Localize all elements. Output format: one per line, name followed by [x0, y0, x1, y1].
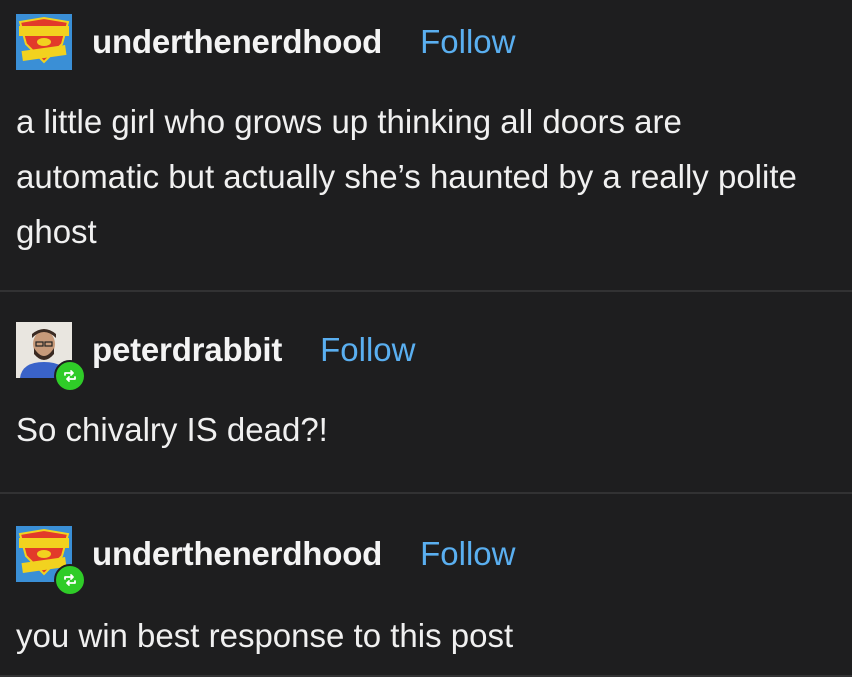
username[interactable]: underthenerdhood: [92, 23, 382, 61]
avatar[interactable]: [16, 526, 86, 596]
reblog-icon: [64, 574, 76, 586]
post-reply: peterdrabbit Follow So chivalry IS dead?…: [0, 292, 852, 494]
post-reply: underthenerdhood Follow you win best res…: [0, 494, 852, 677]
follow-button[interactable]: Follow: [420, 535, 515, 573]
post-text: So chivalry IS dead?!: [16, 411, 328, 448]
post-header: underthenerdhood Follow: [16, 14, 515, 70]
post-original: underthenerdhood Follow a little girl wh…: [0, 0, 852, 292]
username[interactable]: peterdrabbit: [92, 331, 282, 369]
post-text: you win best response to this post: [16, 617, 514, 654]
avatar[interactable]: [16, 14, 72, 70]
reblog-badge: [54, 360, 86, 392]
reblog-badge: [54, 564, 86, 596]
avatar[interactable]: [16, 322, 86, 392]
follow-button[interactable]: Follow: [420, 23, 515, 61]
post-text: a little girl who grows up thinking all …: [16, 103, 797, 250]
super-friends-benefits-logo-icon: [16, 14, 72, 70]
post-header: underthenerdhood Follow: [16, 526, 515, 596]
follow-button[interactable]: Follow: [320, 331, 415, 369]
username[interactable]: underthenerdhood: [92, 535, 382, 573]
post-header: peterdrabbit Follow: [16, 322, 415, 392]
reblog-icon: [64, 370, 76, 382]
